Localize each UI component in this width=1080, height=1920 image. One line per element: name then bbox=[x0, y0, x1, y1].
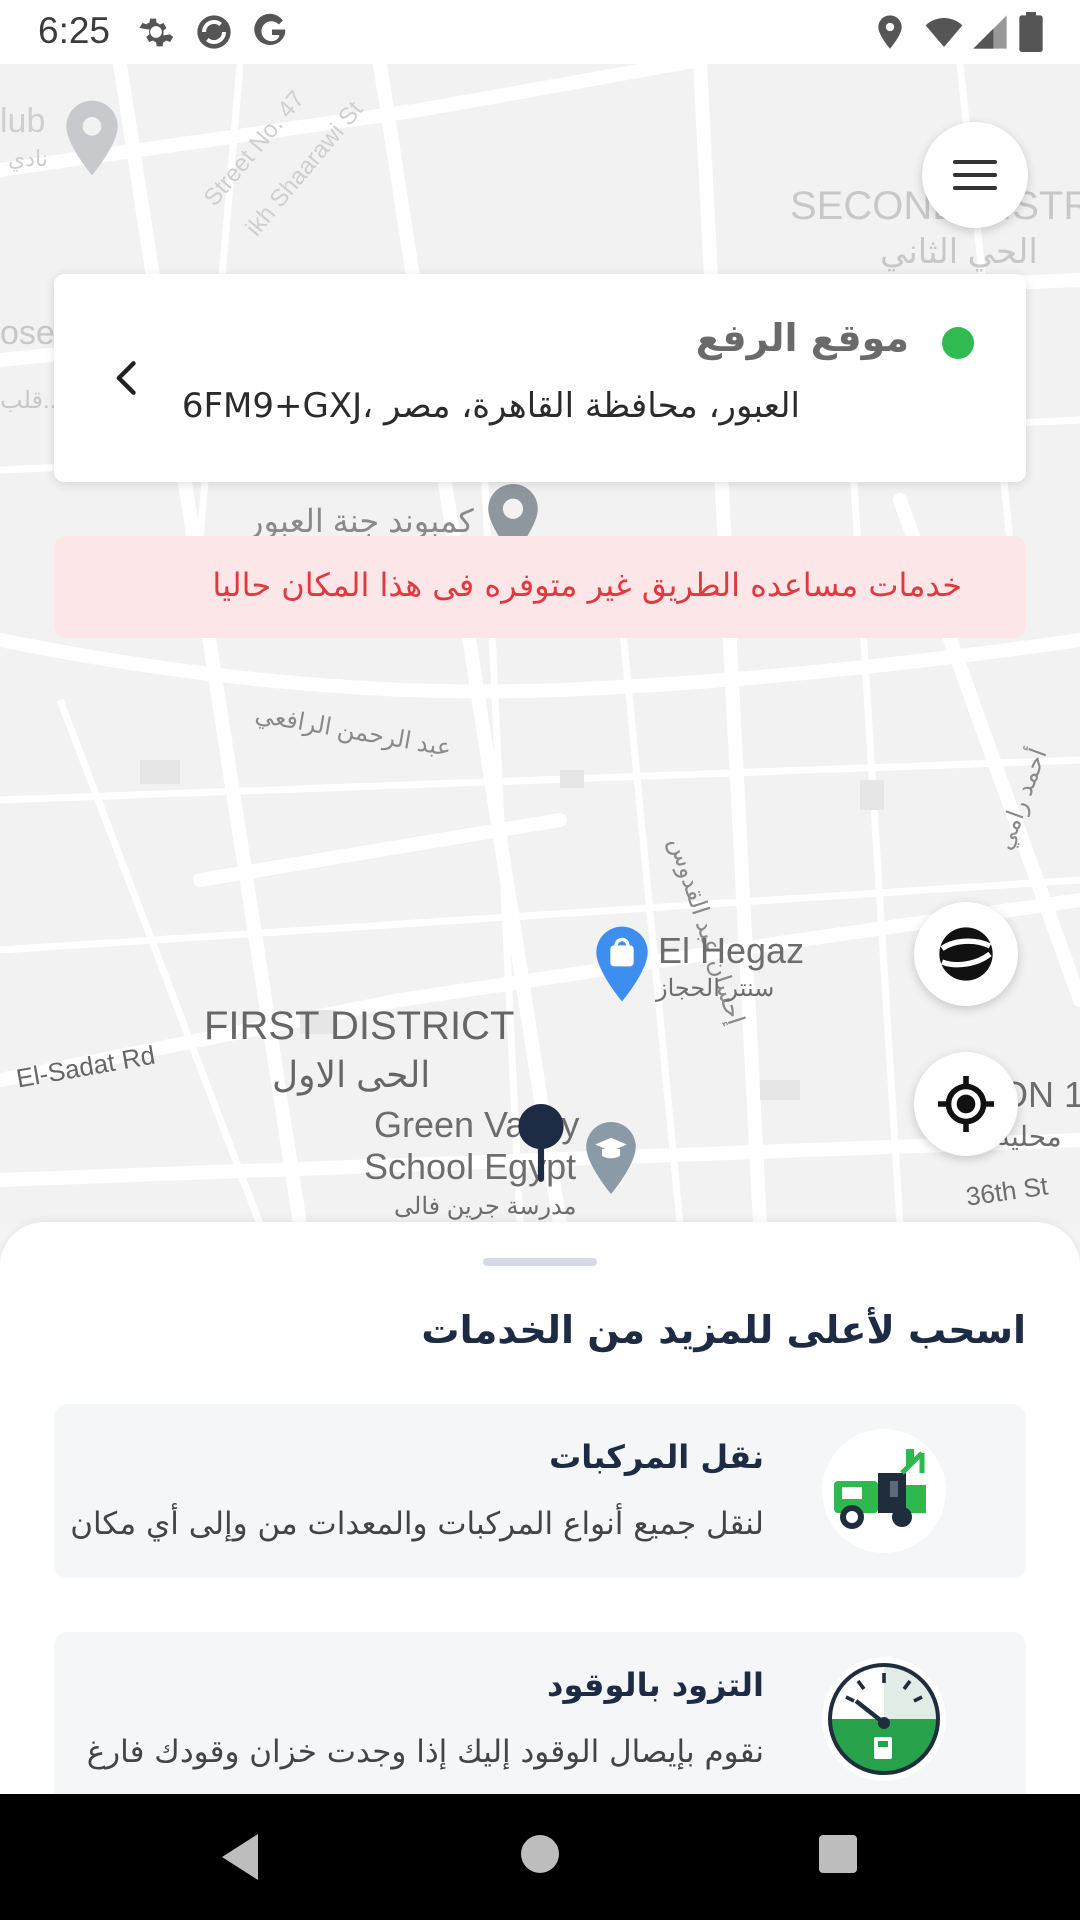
battery-icon bbox=[1019, 12, 1043, 52]
status-bar: 6:25 bbox=[0, 0, 1080, 64]
hamburger-line bbox=[953, 186, 997, 190]
map-label-club: lub bbox=[0, 102, 46, 140]
pickup-location-card[interactable]: موقع الرفع العبور، محافظة القاهرة، مصر ،… bbox=[54, 274, 1026, 482]
fuel-gauge-icon bbox=[822, 1657, 946, 1781]
warning-text: خدمات مساعده الطريق غير متوفره فى هذا ال… bbox=[212, 566, 962, 604]
map-label-club-ar: نادي bbox=[8, 146, 48, 171]
map-label-hegaz: El Hegaz bbox=[658, 930, 805, 971]
service-card-vehicle-transport[interactable]: نقل المركبات لنقل جميع أنواع المركبات وا… bbox=[54, 1404, 1026, 1578]
hamburger-line bbox=[953, 173, 997, 177]
map-label-compound: كمبوند جنة العبور bbox=[248, 503, 474, 539]
tow-truck-icon bbox=[822, 1429, 946, 1553]
crosshair-icon bbox=[938, 1076, 994, 1132]
sync-icon bbox=[197, 15, 231, 49]
signal-icon bbox=[973, 15, 1007, 49]
school-pin-icon[interactable] bbox=[584, 1122, 638, 1194]
gear-icon bbox=[139, 18, 174, 47]
map-label-hegaz-ar: سنتر الحجاز bbox=[656, 975, 775, 1002]
service-title: نقل المركبات bbox=[549, 1438, 764, 1476]
my-location-button[interactable] bbox=[914, 1052, 1018, 1156]
map-view[interactable]: lub نادي Street No. 47 ikh Shaarawi St S… bbox=[0, 64, 1080, 1224]
pickup-dot-icon bbox=[942, 327, 974, 359]
pickup-address: العبور، محافظة القاهرة، مصر ،6FM9+GXJ bbox=[181, 386, 800, 426]
location-icon bbox=[878, 15, 902, 49]
map-label-second-district-ar: الحي الثاني bbox=[880, 233, 1038, 271]
menu-button[interactable] bbox=[922, 122, 1028, 228]
service-title: التزود بالوقود bbox=[547, 1666, 764, 1704]
map-label-first-district-ar: الحى الاول bbox=[272, 1054, 431, 1095]
service-description: لنقل جميع أنواع المركبات والمعدات من وإل… bbox=[70, 1506, 764, 1542]
sheet-title: اسحب لأعلى للمزيد من الخدمات bbox=[421, 1308, 1026, 1352]
wifi-icon bbox=[925, 18, 963, 47]
shopping-pin-icon[interactable] bbox=[594, 926, 650, 1002]
home-nav-icon[interactable] bbox=[520, 1834, 560, 1874]
service-card-fuel-delivery[interactable]: التزود بالوقود نقوم بإيصال الوقود إليك إ… bbox=[54, 1632, 1026, 1794]
poi-pin-icon[interactable] bbox=[64, 100, 120, 176]
selected-location-pin-icon[interactable] bbox=[516, 1102, 566, 1184]
chevron-left-icon[interactable] bbox=[106, 356, 150, 400]
map-style-button[interactable] bbox=[914, 902, 1018, 1006]
google-icon bbox=[254, 13, 286, 46]
map-label-first-district: FIRST DISTRICT bbox=[204, 1004, 515, 1048]
back-nav-icon[interactable] bbox=[218, 1832, 262, 1882]
map-label-green-valley-ar: مدرسة جرين فالى bbox=[394, 1193, 577, 1220]
hamburger-line bbox=[953, 160, 997, 164]
recents-nav-icon[interactable] bbox=[818, 1834, 858, 1874]
service-unavailable-banner: خدمات مساعده الطريق غير متوفره فى هذا ال… bbox=[54, 536, 1026, 638]
drag-handle[interactable] bbox=[483, 1258, 597, 1266]
navigation-bar bbox=[0, 1794, 1080, 1920]
globe-layers-icon bbox=[939, 927, 993, 981]
services-bottom-sheet[interactable]: اسحب لأعلى للمزيد من الخدمات نقل المركبا… bbox=[0, 1222, 1080, 1794]
service-description: نقوم بإيصال الوقود إليك إذا وجدت خزان وق… bbox=[86, 1734, 764, 1770]
status-time: 6:25 bbox=[38, 10, 111, 51]
pickup-title: موقع الرفع bbox=[695, 316, 909, 360]
